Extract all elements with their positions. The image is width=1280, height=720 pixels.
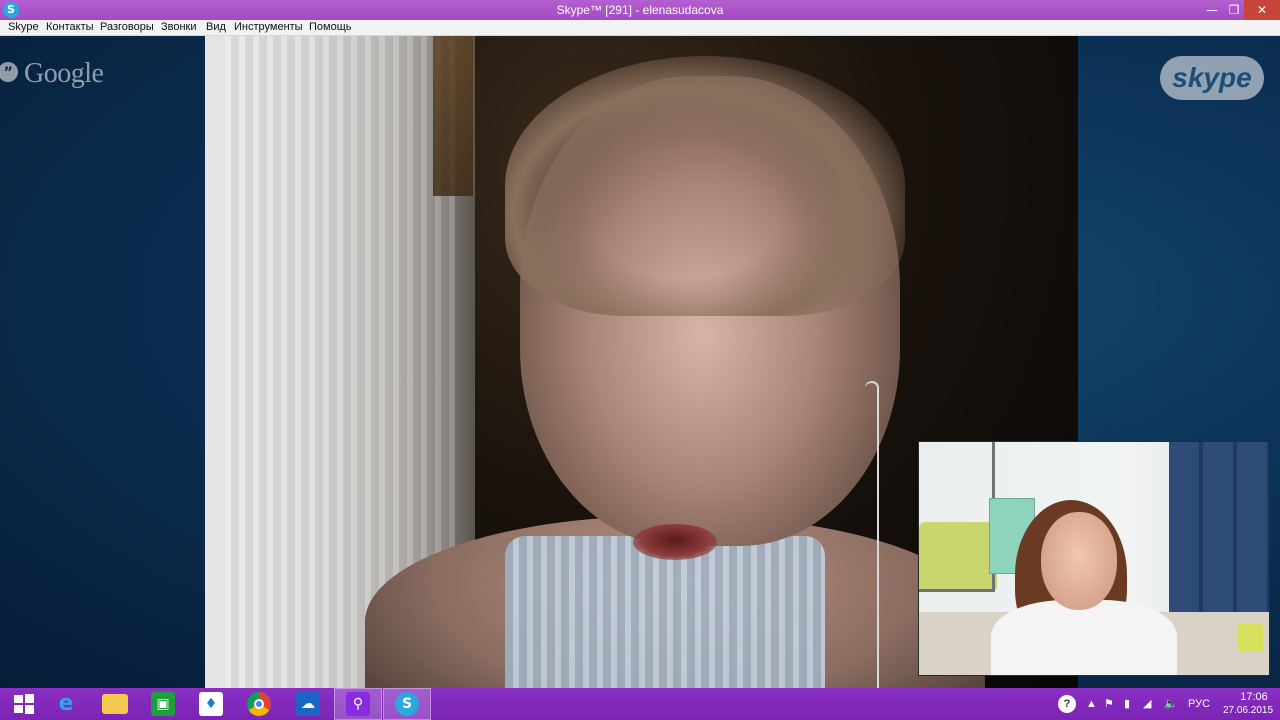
- window-title: Skype™ [291] - elenasudacova: [556, 3, 724, 17]
- flag-icon[interactable]: ⚑: [1104, 688, 1114, 720]
- self-view-video[interactable]: [918, 441, 1270, 676]
- store-icon[interactable]: ▣: [139, 688, 187, 720]
- menu-item-help[interactable]: Помощь: [309, 21, 352, 33]
- menu-item-tools[interactable]: Инструменты: [234, 21, 303, 33]
- battery-icon[interactable]: ▮: [1124, 688, 1130, 720]
- maximize-icon[interactable]: ❐: [1222, 0, 1246, 20]
- bunk-bed-frame: [919, 442, 995, 592]
- menu-item-skype[interactable]: Skype: [8, 21, 39, 33]
- google-watermark: ” Google: [0, 58, 104, 90]
- help-icon[interactable]: ?: [1058, 688, 1076, 720]
- picture-frame: [433, 36, 473, 196]
- bucket: [1237, 624, 1263, 652]
- search-app-icon[interactable]: ⚲: [334, 688, 382, 720]
- dropbox-icon[interactable]: ♦: [187, 688, 235, 720]
- taskbar: e ▣ ♦ ☁ ⚲ S ? ▲ ⚑ ▮ ◢ 🔈 РУС 17:06 27.06.…: [0, 688, 1280, 720]
- self-face: [1041, 512, 1117, 610]
- earphone-cable: [865, 381, 879, 688]
- self-shirt: [991, 600, 1177, 675]
- onedrive-icon[interactable]: ☁: [284, 688, 332, 720]
- clock-time[interactable]: 17:06: [1230, 691, 1278, 703]
- language-indicator[interactable]: РУС: [1188, 688, 1210, 720]
- windows-start-icon[interactable]: [0, 688, 48, 720]
- menu-bar: Skype Контакты Разговоры Звонки Вид Инст…: [0, 20, 1280, 36]
- google-watermark-text: Google: [24, 58, 104, 89]
- lockers: [1169, 442, 1269, 612]
- title-bar: S Skype™ [291] - elenasudacova — ❐ ✕: [0, 0, 1280, 20]
- volume-icon[interactable]: 🔈: [1164, 688, 1178, 720]
- hangouts-icon: ”: [0, 62, 18, 82]
- clock-date[interactable]: 27.06.2015: [1218, 705, 1278, 716]
- skype-logo: skype: [1160, 56, 1264, 100]
- network-icon[interactable]: ◢: [1143, 688, 1151, 720]
- minimize-icon[interactable]: —: [1200, 0, 1224, 20]
- close-icon[interactable]: ✕: [1244, 0, 1280, 20]
- internet-explorer-icon[interactable]: e: [42, 688, 90, 720]
- menu-item-conversations[interactable]: Разговоры: [100, 21, 154, 33]
- skype-taskbar-icon[interactable]: S: [383, 688, 431, 720]
- chrome-icon[interactable]: [235, 688, 283, 720]
- menu-item-calls[interactable]: Звонки: [161, 21, 197, 33]
- menu-item-contacts[interactable]: Контакты: [46, 21, 94, 33]
- file-explorer-icon[interactable]: [91, 688, 139, 720]
- remote-mouth: [633, 524, 717, 560]
- menu-item-view[interactable]: Вид: [206, 21, 226, 33]
- remote-hair: [505, 56, 905, 316]
- show-hidden-icons-icon[interactable]: ▲: [1086, 688, 1097, 720]
